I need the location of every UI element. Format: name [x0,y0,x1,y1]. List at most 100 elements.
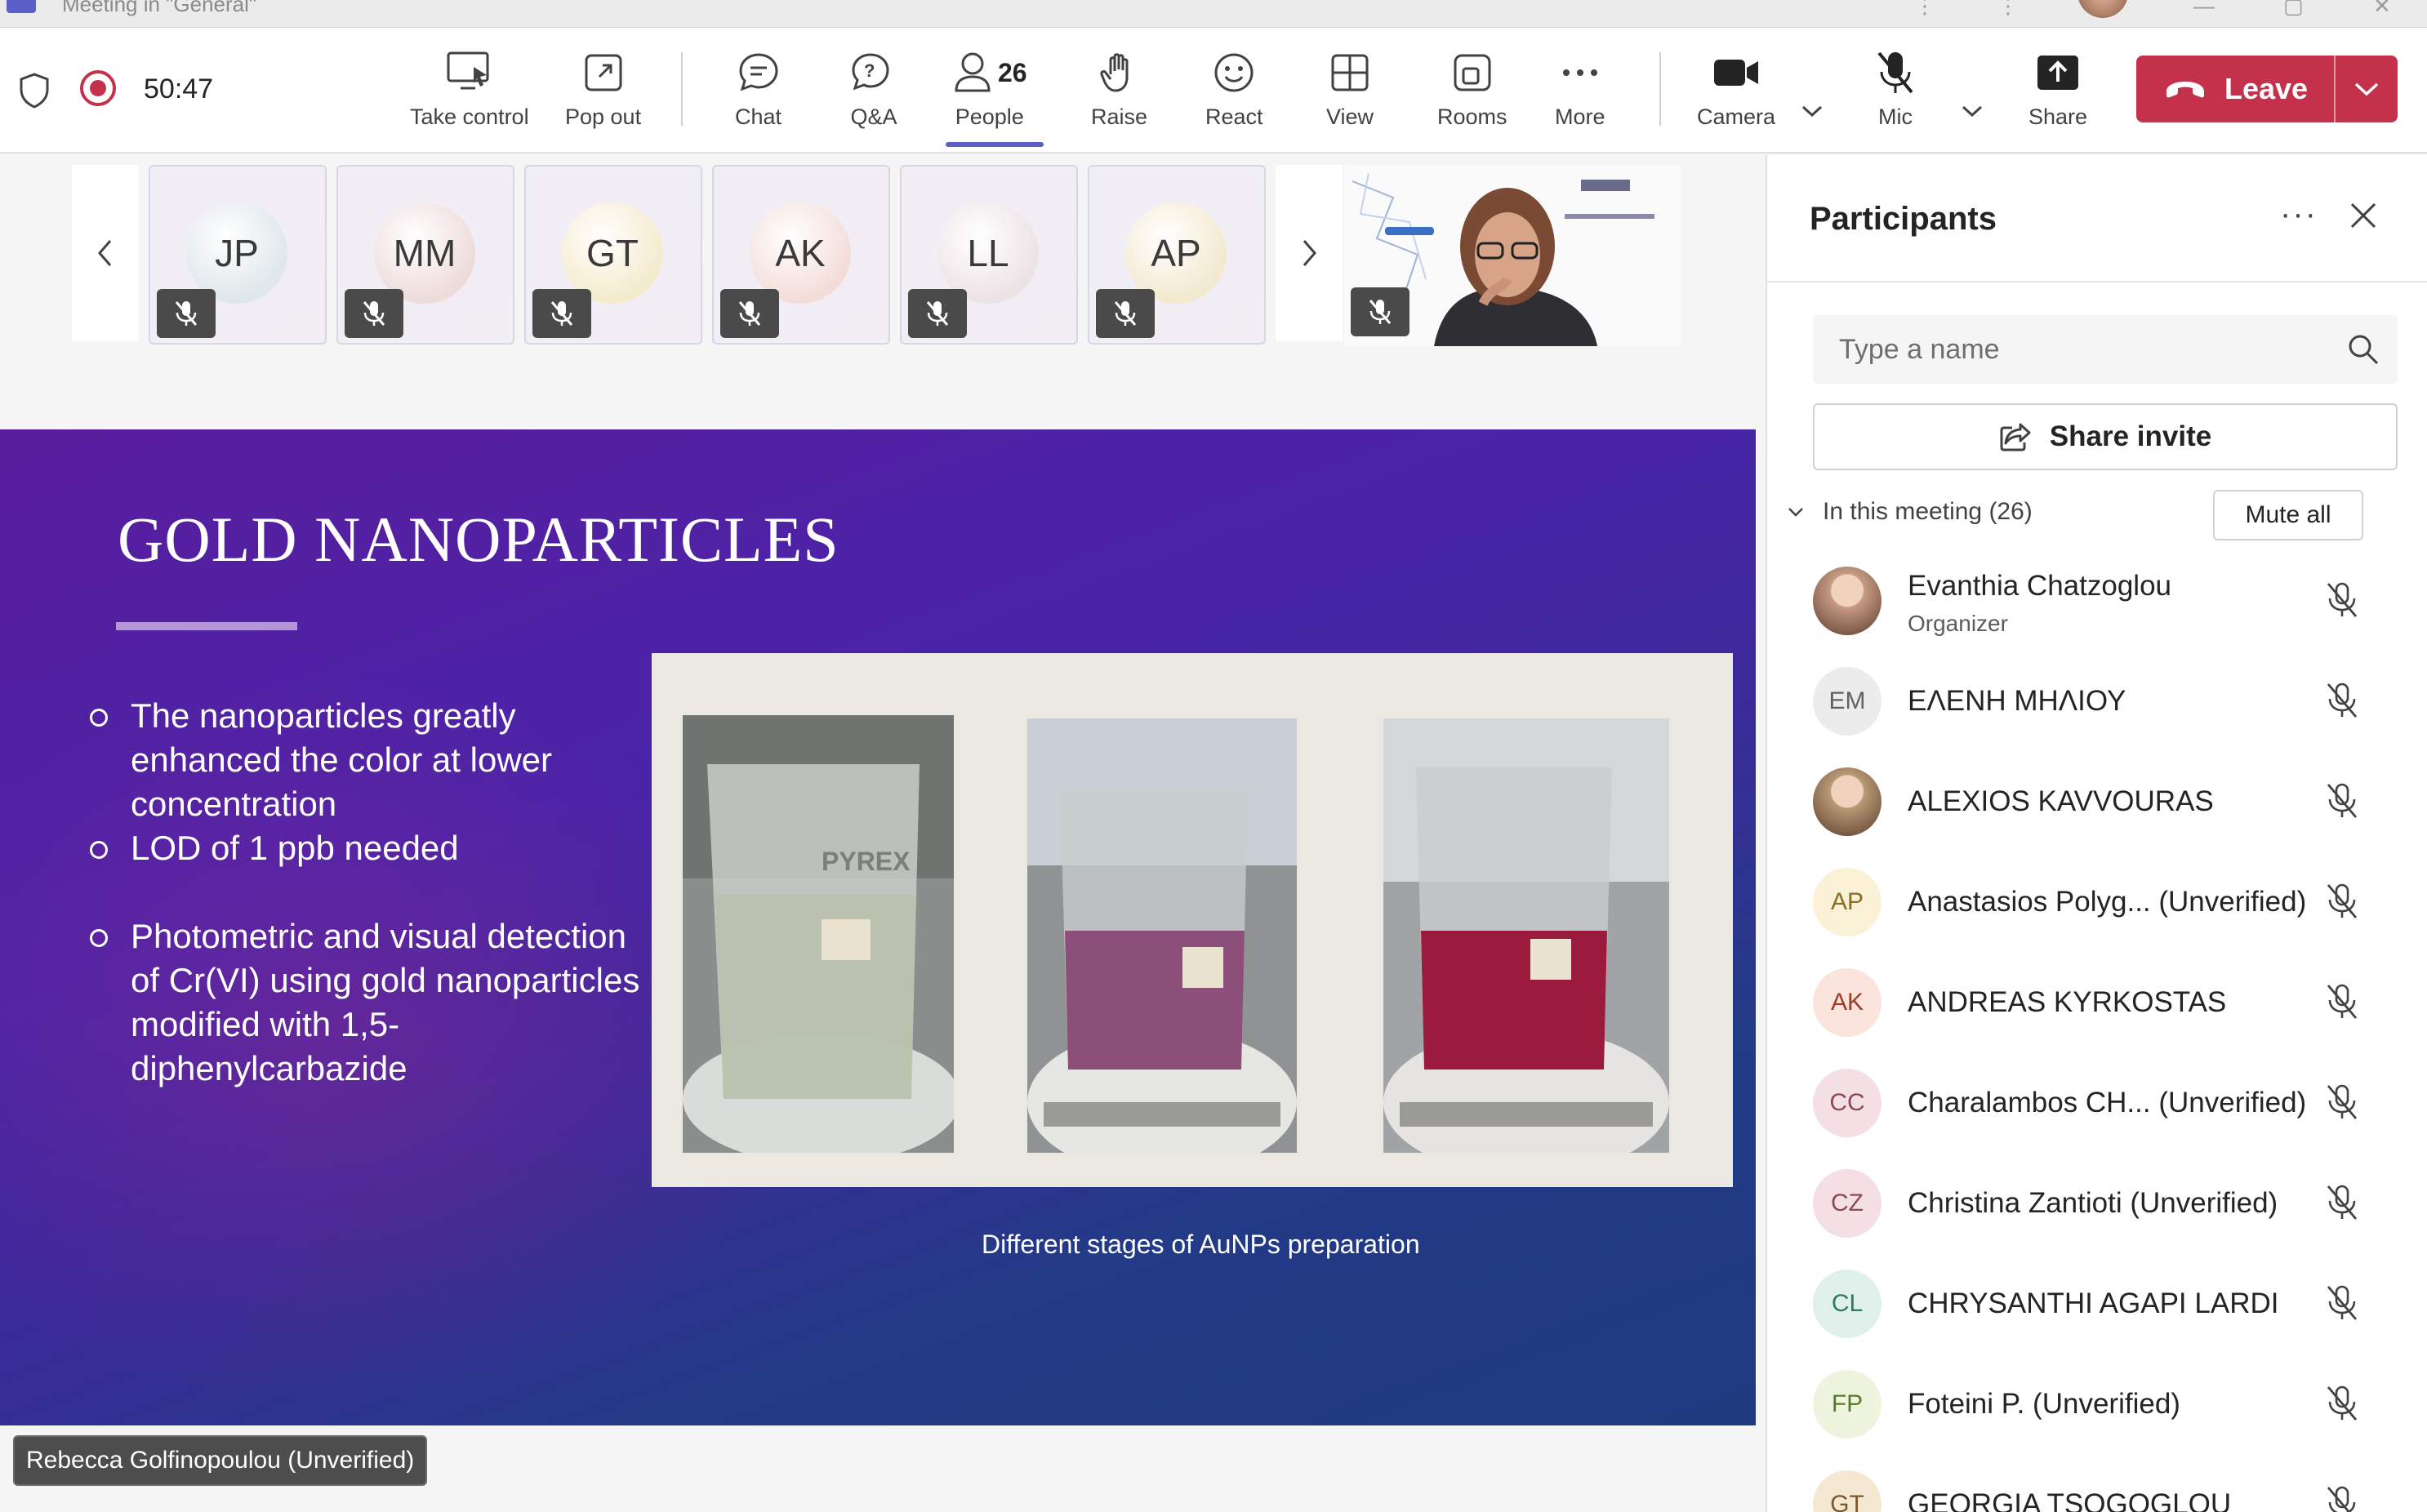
view-button[interactable]: View [1326,47,1374,145]
camera-options-chevron-icon[interactable] [1800,103,1824,119]
meeting-section-toggle[interactable]: In this meeting (26) [1787,498,2033,526]
pop-out-button[interactable]: Pop out [565,47,641,145]
chevron-left-icon [98,240,112,266]
mic-muted-icon[interactable] [2324,1083,2360,1125]
share-button[interactable]: Share [2028,47,2087,145]
mic-label: Mic [1878,105,1913,129]
participant-row[interactable]: CZ Christina Zantioti (Unverified) [1813,1159,2385,1249]
take-control-icon [447,51,489,90]
qa-label: Q&A [850,105,897,129]
strip-prev-button[interactable] [72,165,139,341]
mic-muted-icon[interactable] [2324,1385,2360,1426]
chat-label: Chat [735,105,782,129]
close-icon[interactable] [2349,201,2378,230]
chevron-right-icon [1303,240,1316,266]
participant-row[interactable]: ALEXIOS KAVVOURAS [1813,758,2385,847]
recording-icon [80,70,116,106]
participant-tile[interactable]: AP [1088,165,1266,345]
participant-row[interactable]: FP Foteini P. (Unverified) [1813,1360,2385,1450]
close-window-icon[interactable]: ✕ [2373,0,2391,19]
strip-next-button[interactable] [1276,165,1343,341]
participant-name: Christina Zantioti (Unverified) [1908,1187,2278,1219]
mic-muted-icon[interactable] [2324,1485,2360,1512]
pop-out-icon [585,54,622,91]
people-button[interactable]: 26 People [952,47,1027,145]
panel-more-options-icon[interactable]: ··· [2280,196,2318,233]
leave-button[interactable]: Leave [2136,56,2398,122]
participant-row[interactable]: AK ANDREAS KYRKOSTAS [1813,958,2385,1048]
raise-hand-icon [1099,53,1129,92]
mic-muted-icon[interactable] [2324,581,2360,623]
pop-out-label: Pop out [565,105,642,129]
mic-muted-icon[interactable] [2324,682,2360,723]
search-icon[interactable] [2347,333,2380,366]
window-control-icon[interactable]: ⋮ [1997,0,2019,19]
camera-button[interactable]: Camera [1697,47,1775,145]
mic-button[interactable]: Mic [1875,47,1916,145]
participant-tile[interactable]: JP [149,165,327,345]
tile-mic-muted-icon [908,289,967,338]
participant-row[interactable]: Evanthia Chatzoglou Organizer [1813,557,2385,647]
participants-panel: Participants ··· Share invite In this me… [1766,155,2427,1512]
tile-mic-muted-icon [1351,287,1409,336]
participant-tile[interactable]: AK [712,165,890,345]
participant-row[interactable]: GT GEORGIA TSOGOGLOU [1813,1461,2385,1512]
rooms-label: Rooms [1437,105,1507,129]
shield-icon[interactable] [18,72,51,109]
window-control-icon[interactable]: ⋮ [1914,0,1935,19]
participant-tile[interactable]: MM [336,165,514,345]
share-invite-button[interactable]: Share invite [1813,403,2398,470]
participant-name: Charalambos CH... (Unverified) [1908,1087,2307,1118]
avatar: GT [1813,1470,1881,1512]
rooms-button[interactable]: Rooms [1437,47,1507,145]
participant-row[interactable]: AP Anastasios Polyg... (Unverified) [1813,858,2385,948]
share-invite-label: Share invite [2049,420,2212,452]
account-avatar[interactable] [2077,0,2128,18]
raise-label: Raise [1091,105,1148,129]
share-invite-icon [2000,423,2031,451]
leave-options-button[interactable] [2336,56,2398,122]
mic-muted-icon[interactable] [2324,1184,2360,1225]
slide-photo-frame: PYREX [652,653,1733,1187]
participant-name: CHRYSANTHI AGAPI LARDI [1908,1287,2279,1319]
react-button[interactable]: React [1205,47,1263,145]
participant-tile[interactable]: GT [524,165,702,345]
avatar: CC [1813,1069,1881,1137]
mic-muted-icon[interactable] [2324,883,2360,924]
participant-name: ALEXIOS KAVVOURAS [1908,785,2214,817]
qa-button[interactable]: ? Q&A [849,47,898,145]
slide-title-rule [116,622,297,630]
react-emoji-icon [1214,53,1254,92]
participant-row[interactable]: CL CHRYSANTHI AGAPI LARDI [1813,1260,2385,1350]
leave-main-button[interactable]: Leave [2136,56,2334,122]
participant-search [1813,315,2398,384]
participant-tile[interactable]: LL [900,165,1078,345]
more-dots-icon [1562,69,1597,76]
search-input[interactable] [1813,315,2336,384]
view-grid-icon [1331,54,1369,91]
participant-row[interactable]: CC Charalambos CH... (Unverified) [1813,1059,2385,1149]
take-control-button[interactable]: Take control [410,47,529,145]
minimize-icon[interactable]: — [2193,0,2215,19]
participant-video-tile[interactable] [1344,165,1681,346]
chat-icon [739,53,778,91]
people-label: People [955,105,1024,129]
slide-bullet: Photometric and visual detection of Cr(V… [90,914,661,1091]
raise-hand-button[interactable]: Raise [1091,47,1147,145]
mic-muted-icon[interactable] [2324,1284,2360,1326]
participant-name: GEORGIA TSOGOGLOU [1908,1488,2232,1512]
slide-bullet: The nanoparticles greatly enhanced the c… [90,694,661,826]
more-button[interactable]: More [1555,47,1605,145]
chat-button[interactable]: Chat [735,47,782,145]
mute-all-button[interactable]: Mute all [2213,490,2363,540]
section-label: In this meeting (26) [1823,498,2033,525]
participant-role: Organizer [1908,611,2008,636]
mic-muted-icon [1877,51,1913,94]
participant-row[interactable]: EM ΕΛΕΝΗ ΜΗΛΙΟΥ [1813,657,2385,747]
mic-options-chevron-icon[interactable] [1960,103,1984,119]
teams-logo-icon [7,0,36,13]
mic-muted-icon[interactable] [2324,983,2360,1025]
maximize-icon[interactable]: ▢ [2283,0,2304,19]
mic-muted-icon[interactable] [2324,782,2360,824]
chevron-down-icon [1788,508,1803,517]
